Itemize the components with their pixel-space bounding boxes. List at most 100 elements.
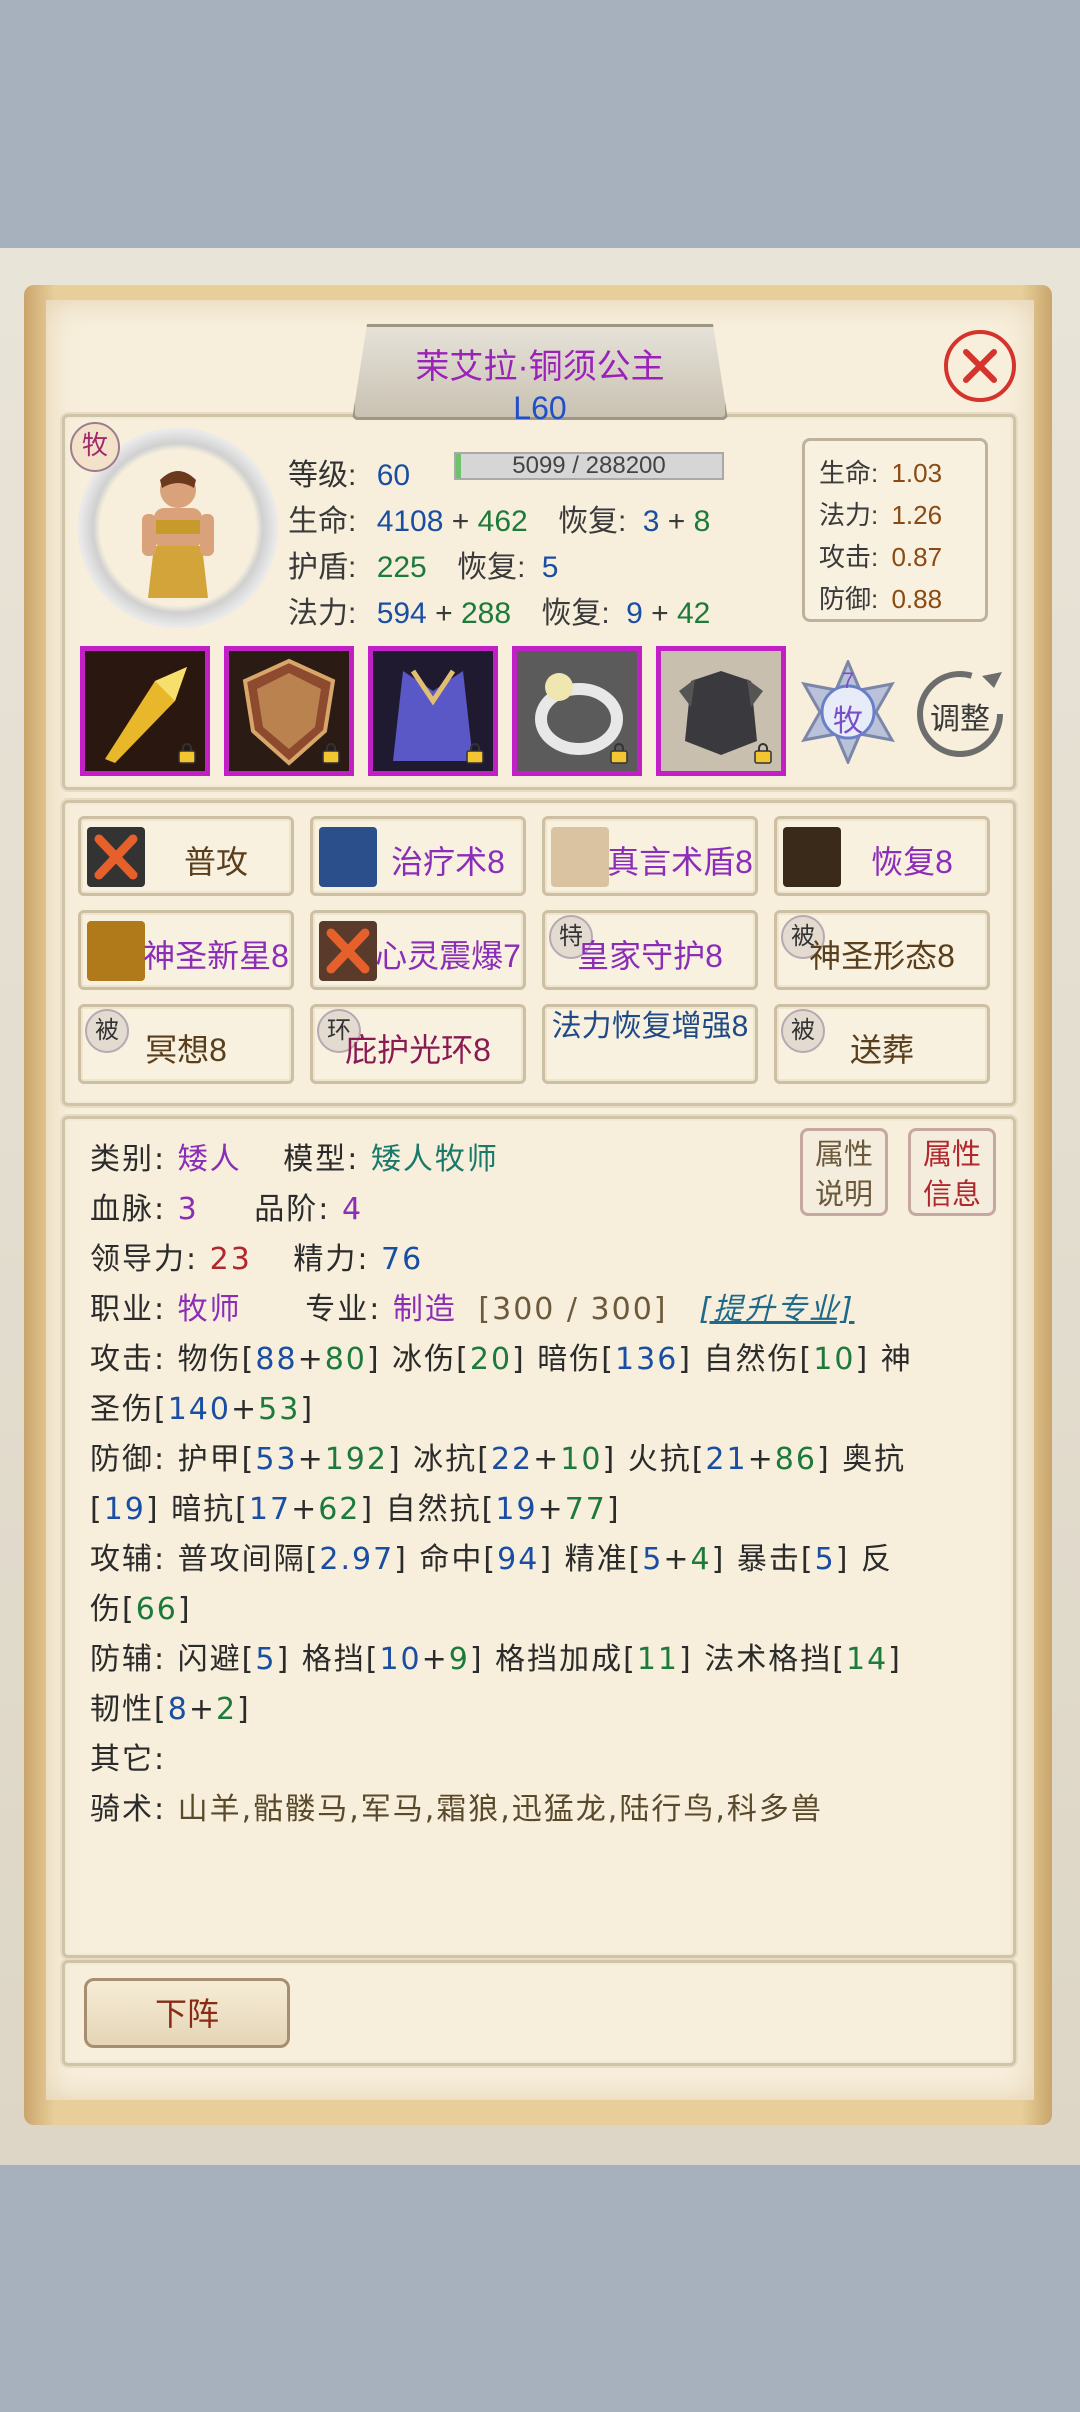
- attr-info-button[interactable]: 属性 信息: [908, 1128, 996, 1216]
- block-label: 格挡: [301, 1642, 366, 1677]
- job-row: 职业: 牧师 专业: 制造 [300 / 300] [提升专业]: [90, 1284, 854, 1328]
- riding-label: 骑术:: [90, 1792, 167, 1827]
- shadow-res-base: 17: [248, 1492, 292, 1527]
- skill-slot[interactable]: 恢复8: [774, 816, 990, 896]
- skill-label: 普攻: [183, 844, 248, 880]
- multiplier-row: 生命: 1.03: [819, 453, 942, 490]
- mana-base: 594: [376, 597, 427, 630]
- leadership-value: 23: [209, 1242, 252, 1277]
- multiplier-label: 法力:: [819, 500, 879, 530]
- other-row: 其它:: [90, 1734, 166, 1778]
- skill-label: 冥想8: [145, 1032, 227, 1068]
- attack-interval-label: 普攻间隔: [177, 1542, 306, 1577]
- skill-label: 皇家守护8: [577, 938, 723, 974]
- skill-slot[interactable]: 治疗术8: [310, 816, 526, 896]
- defense-row-2: [19] 暗抗[17+62] 自然抗[19+77]: [90, 1492, 621, 1527]
- defense-row-1: 防御: 护甲[53+192] 冰抗[22+10] 火抗[21+86] 奥抗: [90, 1442, 907, 1477]
- lock-icon: [610, 743, 628, 764]
- race-label: 类别:: [90, 1142, 167, 1177]
- hp-regen-bonus: 8: [693, 505, 711, 538]
- shadow-res-label: 暗抗: [171, 1492, 236, 1527]
- defense-aux-row-1: 防辅: 闪避[5] 格挡[10+9] 格挡加成[11] 法术格挡[14]: [90, 1642, 902, 1677]
- class-badge: 牧: [70, 422, 120, 472]
- skill-slot[interactable]: 法力恢复增强8: [542, 1004, 758, 1084]
- dodge-label: 闪避: [177, 1642, 242, 1677]
- attack-row-2: 圣伤[140+53]: [90, 1392, 315, 1427]
- skill-slot[interactable]: 被神圣形态8: [774, 910, 990, 990]
- spell-block-value: 14: [845, 1642, 889, 1677]
- adjust-button[interactable]: 调整: [912, 664, 1008, 760]
- cancel-attack-icon: [87, 827, 145, 887]
- skill-slot[interactable]: 神圣新星8: [78, 910, 294, 990]
- level-row: 等级: 60: [288, 450, 410, 494]
- attr-explain-line2: 说明: [814, 1177, 873, 1211]
- dodge-value: 5: [255, 1642, 277, 1677]
- bloodline-row: 血脉: 3 品阶: 4: [90, 1184, 363, 1228]
- skill-slot[interactable]: 心灵震爆7: [310, 910, 526, 990]
- level-value: 60: [376, 459, 411, 492]
- profession-label: 专业:: [305, 1292, 382, 1327]
- holy-dmg-label-rest: 圣伤: [90, 1392, 154, 1427]
- heal-icon: [319, 827, 377, 887]
- shield-regen-label: 恢复:: [457, 551, 526, 584]
- hp-bonus: 462: [477, 505, 528, 538]
- close-icon: [963, 349, 997, 383]
- arcane-res-value: 19: [103, 1492, 146, 1527]
- plus-sign: +: [451, 505, 470, 538]
- armor-bonus: 192: [324, 1442, 388, 1477]
- defense-aux-label: 防辅:: [90, 1642, 167, 1677]
- physical-dmg-label: 物伤: [177, 1342, 242, 1377]
- dismiss-button[interactable]: 下阵: [84, 1978, 290, 2048]
- bloodline-label: 血脉:: [90, 1192, 167, 1227]
- energy-label: 精力:: [293, 1242, 370, 1277]
- skill-slot[interactable]: 真言术盾8: [542, 816, 758, 896]
- mana-regen-label: 恢复:: [541, 597, 610, 630]
- skill-slot[interactable]: 环庇护光环8: [310, 1004, 526, 1084]
- grade-label: 品阶:: [254, 1192, 331, 1227]
- physical-dmg-bonus: 80: [324, 1342, 367, 1377]
- hit-value: 94: [497, 1542, 540, 1577]
- skill-slot[interactable]: 被冥想8: [78, 1004, 294, 1084]
- plus-sign: +: [667, 505, 686, 538]
- plus-sign: +: [651, 597, 669, 630]
- equip-slot-chest[interactable]: [656, 646, 786, 776]
- crit-label: 暴击: [736, 1542, 801, 1577]
- class-emblem[interactable]: 7 牧: [796, 658, 900, 766]
- upgrade-profession-link[interactable]: [提升专业]: [699, 1292, 854, 1327]
- block-bonus: 9: [448, 1642, 470, 1677]
- multiplier-label: 生命:: [819, 458, 879, 488]
- equip-slot-shield[interactable]: [224, 646, 354, 776]
- block-base: 10: [379, 1642, 422, 1677]
- skill-slot[interactable]: 普攻: [78, 816, 294, 896]
- attr-explain-button[interactable]: 属性 说明: [800, 1128, 888, 1216]
- physical-dmg-base: 88: [255, 1342, 298, 1377]
- lock-icon: [178, 743, 196, 764]
- skill-slot[interactable]: 被送葬: [774, 1004, 990, 1084]
- precision-bonus: 4: [690, 1542, 712, 1577]
- armor-label: 护甲: [177, 1442, 242, 1477]
- hit-label: 命中: [419, 1542, 484, 1577]
- attr-info-line2: 信息: [922, 1177, 981, 1211]
- shadow-res-bonus: 62: [318, 1492, 361, 1527]
- hp-row: 生命: 4108 + 462 恢复: 3 + 8: [288, 496, 710, 540]
- equip-slot-armor[interactable]: [368, 646, 498, 776]
- hp-regen-label: 恢复:: [558, 505, 627, 538]
- experience-bar: 5099 / 288200: [454, 452, 724, 480]
- defense-label: 防御:: [90, 1442, 167, 1477]
- equip-slot-weapon[interactable]: [80, 646, 210, 776]
- race-row: 类别: 矮人 模型: 矮人牧师: [90, 1134, 499, 1178]
- leadership-label: 领导力:: [90, 1242, 199, 1277]
- bloodline-value: 3: [177, 1192, 199, 1227]
- holy-nova-icon: [87, 921, 145, 981]
- shadow-dmg-value: 136: [615, 1342, 679, 1377]
- hp-regen-base: 3: [642, 505, 660, 538]
- equip-slot-ring[interactable]: [512, 646, 642, 776]
- multiplier-value: 0.88: [891, 584, 943, 614]
- mana-bonus: 288: [460, 597, 512, 630]
- block-boost-value: 11: [636, 1642, 680, 1677]
- close-button[interactable]: [944, 330, 1016, 402]
- ice-res-base: 22: [490, 1442, 534, 1477]
- skill-slot[interactable]: 特皇家守护8: [542, 910, 758, 990]
- arcane-res-label: 奥抗: [842, 1442, 907, 1477]
- attack-label: 攻击:: [90, 1342, 167, 1377]
